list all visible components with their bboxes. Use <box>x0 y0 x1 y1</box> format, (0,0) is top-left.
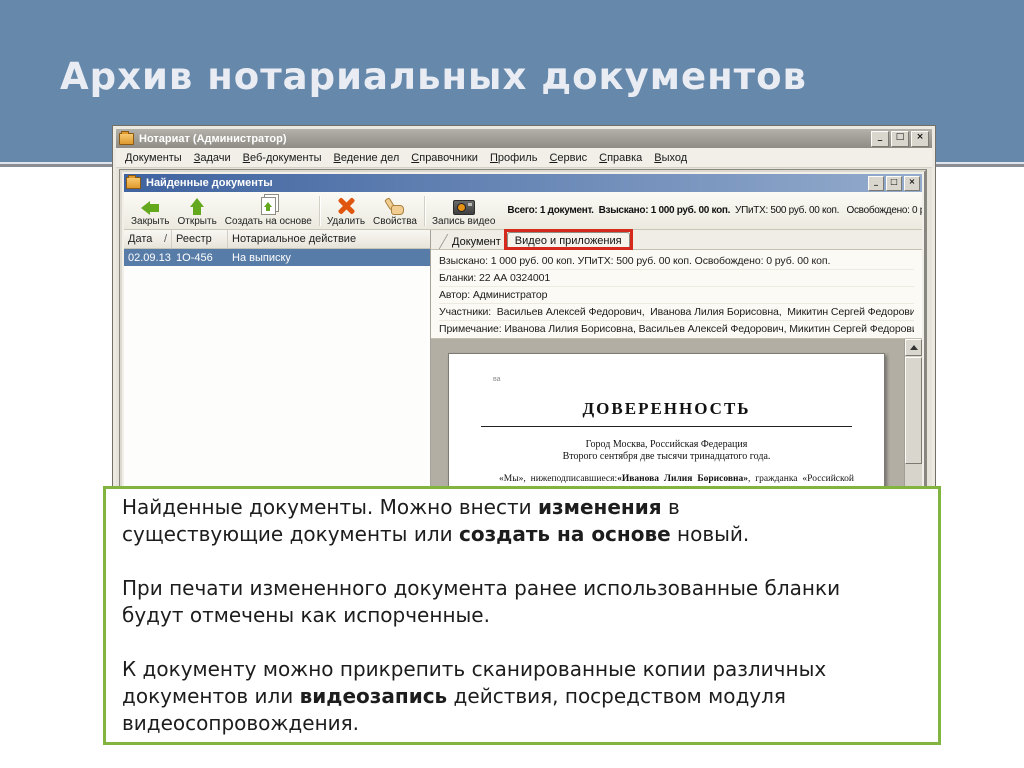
content-split: Дата / Реестр Нотариальное действие 02.0… <box>124 229 922 496</box>
tab-document[interactable]: Документ <box>446 234 507 249</box>
detail-author: Автор: Администратор <box>439 287 914 304</box>
toolbar: Закрыть Открыть Создать на основе Удалит… <box>124 192 922 230</box>
inner-minimize-button[interactable]: _ <box>868 175 884 191</box>
menu-documents[interactable]: Документы <box>119 150 188 166</box>
document-preview-area: ва ДОВЕРЕННОСТЬ Город Москва, Российская… <box>431 339 922 496</box>
properties-button[interactable]: Свойства <box>369 193 421 228</box>
hand-pointer-icon <box>383 197 405 215</box>
totals-summary: Всего: 1 документ. Взыскано: 1 000 руб. … <box>507 205 922 216</box>
found-documents-window: Найденные документы _ □ × Закрыть Открыт… <box>120 170 926 500</box>
document-details: Взыскано: 1 000 руб. 00 коп. УПиТХ: 500 … <box>431 250 922 339</box>
toolbar-separator <box>318 195 320 226</box>
arrow-left-icon <box>141 201 160 215</box>
menu-profile[interactable]: Профиль <box>484 150 544 166</box>
detail-participants: Участники: Васильев Алексей Федорович, И… <box>439 304 914 321</box>
annotation-note-box: Найденные документы. Можно внести измене… <box>103 486 941 745</box>
close-document-button[interactable]: Закрыть <box>127 193 174 228</box>
found-documents-icon <box>126 175 141 189</box>
record-video-button[interactable]: Запись видео <box>428 193 499 228</box>
document-title: ДОВЕРЕННОСТЬ <box>582 399 751 418</box>
mdi-client-area: Найденные документы _ □ × Закрыть Открыт… <box>116 168 932 500</box>
menu-bar: Документы Задачи Веб-документы Ведение д… <box>116 148 932 168</box>
inner-window-controls: _ □ × <box>868 175 920 191</box>
menu-case-management[interactable]: Ведение дел <box>328 150 406 166</box>
open-document-button[interactable]: Открыть <box>174 193 221 228</box>
column-header-registry[interactable]: Реестр <box>172 230 228 248</box>
found-documents-titlebar[interactable]: Найденные документы _ □ × <box>124 174 922 192</box>
maximize-button[interactable]: □ <box>891 130 909 147</box>
delete-button[interactable]: Удалить <box>323 193 369 228</box>
tab-video-attachments[interactable]: Видео и приложения <box>503 229 633 250</box>
column-header-date[interactable]: Дата / <box>124 230 172 248</box>
detail-fees: Взыскано: 1 000 руб. 00 коп. УПиТХ: 500 … <box>439 253 914 270</box>
slide-title: Архив нотариальных документов <box>60 55 807 98</box>
document-date-line: Второго сентября две тысячи тринадцатого… <box>562 451 771 462</box>
menu-service[interactable]: Сервис <box>543 150 593 166</box>
app-icon <box>119 130 134 145</box>
menu-web-documents[interactable]: Веб-документы <box>237 150 328 166</box>
document-page: ва ДОВЕРЕННОСТЬ Город Москва, Российская… <box>448 353 885 496</box>
arrow-up-icon <box>190 198 205 215</box>
video-camera-icon <box>452 200 475 215</box>
column-header-notarial-action[interactable]: Нотариальное действие <box>228 230 430 248</box>
note-paragraph-1: Найденные документы. Можно внести измене… <box>122 495 750 546</box>
menu-exit[interactable]: Выход <box>648 150 693 166</box>
document-place-line: Город Москва, Российская Федерация <box>585 439 748 450</box>
tab-row: Документ Видео и приложения <box>428 229 922 250</box>
detail-blanks: Бланки: 22 АА 0324001 <box>439 270 914 287</box>
app-titlebar[interactable]: Нотариат (Администратор) _ □ × <box>116 129 932 148</box>
app-window: Нотариат (Администратор) _ □ × Документы… <box>112 125 936 500</box>
scrollbar-thumb[interactable] <box>905 357 922 464</box>
inner-close-button[interactable]: × <box>904 175 920 191</box>
document-new-from-icon <box>260 197 276 215</box>
inner-maximize-button[interactable]: □ <box>886 175 902 191</box>
menu-tasks[interactable]: Задачи <box>188 150 237 166</box>
found-documents-title: Найденные документы <box>146 177 273 189</box>
document-detail-panel: Документ Видео и приложения Взыскано: 1 … <box>428 229 922 496</box>
list-header-row: Дата / Реестр Нотариальное действие <box>124 230 430 249</box>
close-button[interactable]: × <box>911 130 929 147</box>
create-based-on-button[interactable]: Создать на основе <box>221 193 316 228</box>
documents-list-panel: Дата / Реестр Нотариальное действие 02.0… <box>124 230 431 496</box>
toolbar-separator <box>423 195 425 226</box>
app-title: Нотариат (Администратор) <box>139 132 287 145</box>
scroll-up-button[interactable] <box>905 339 922 356</box>
page-corner-mark: ва <box>493 376 501 383</box>
title-rule <box>481 426 852 427</box>
minimize-button[interactable]: _ <box>871 130 889 147</box>
triangle-up-icon <box>909 345 918 350</box>
delete-x-icon <box>337 197 356 215</box>
note-paragraph-2: При печати измененного документа ранее и… <box>122 576 841 627</box>
note-paragraph-3: К документу можно прикрепить сканированн… <box>122 657 827 735</box>
window-controls: _ □ × <box>871 130 929 147</box>
menu-help[interactable]: Справка <box>593 150 648 166</box>
detail-note: Примечание: Иванова Лилия Борисовна, Вас… <box>439 323 914 335</box>
menu-directories[interactable]: Справочники <box>405 150 484 166</box>
preview-scrollbar[interactable] <box>904 339 922 496</box>
table-row[interactable]: 02.09.13 1О-456 На выписку <box>124 249 430 266</box>
sort-indicator-icon: / <box>163 233 167 245</box>
